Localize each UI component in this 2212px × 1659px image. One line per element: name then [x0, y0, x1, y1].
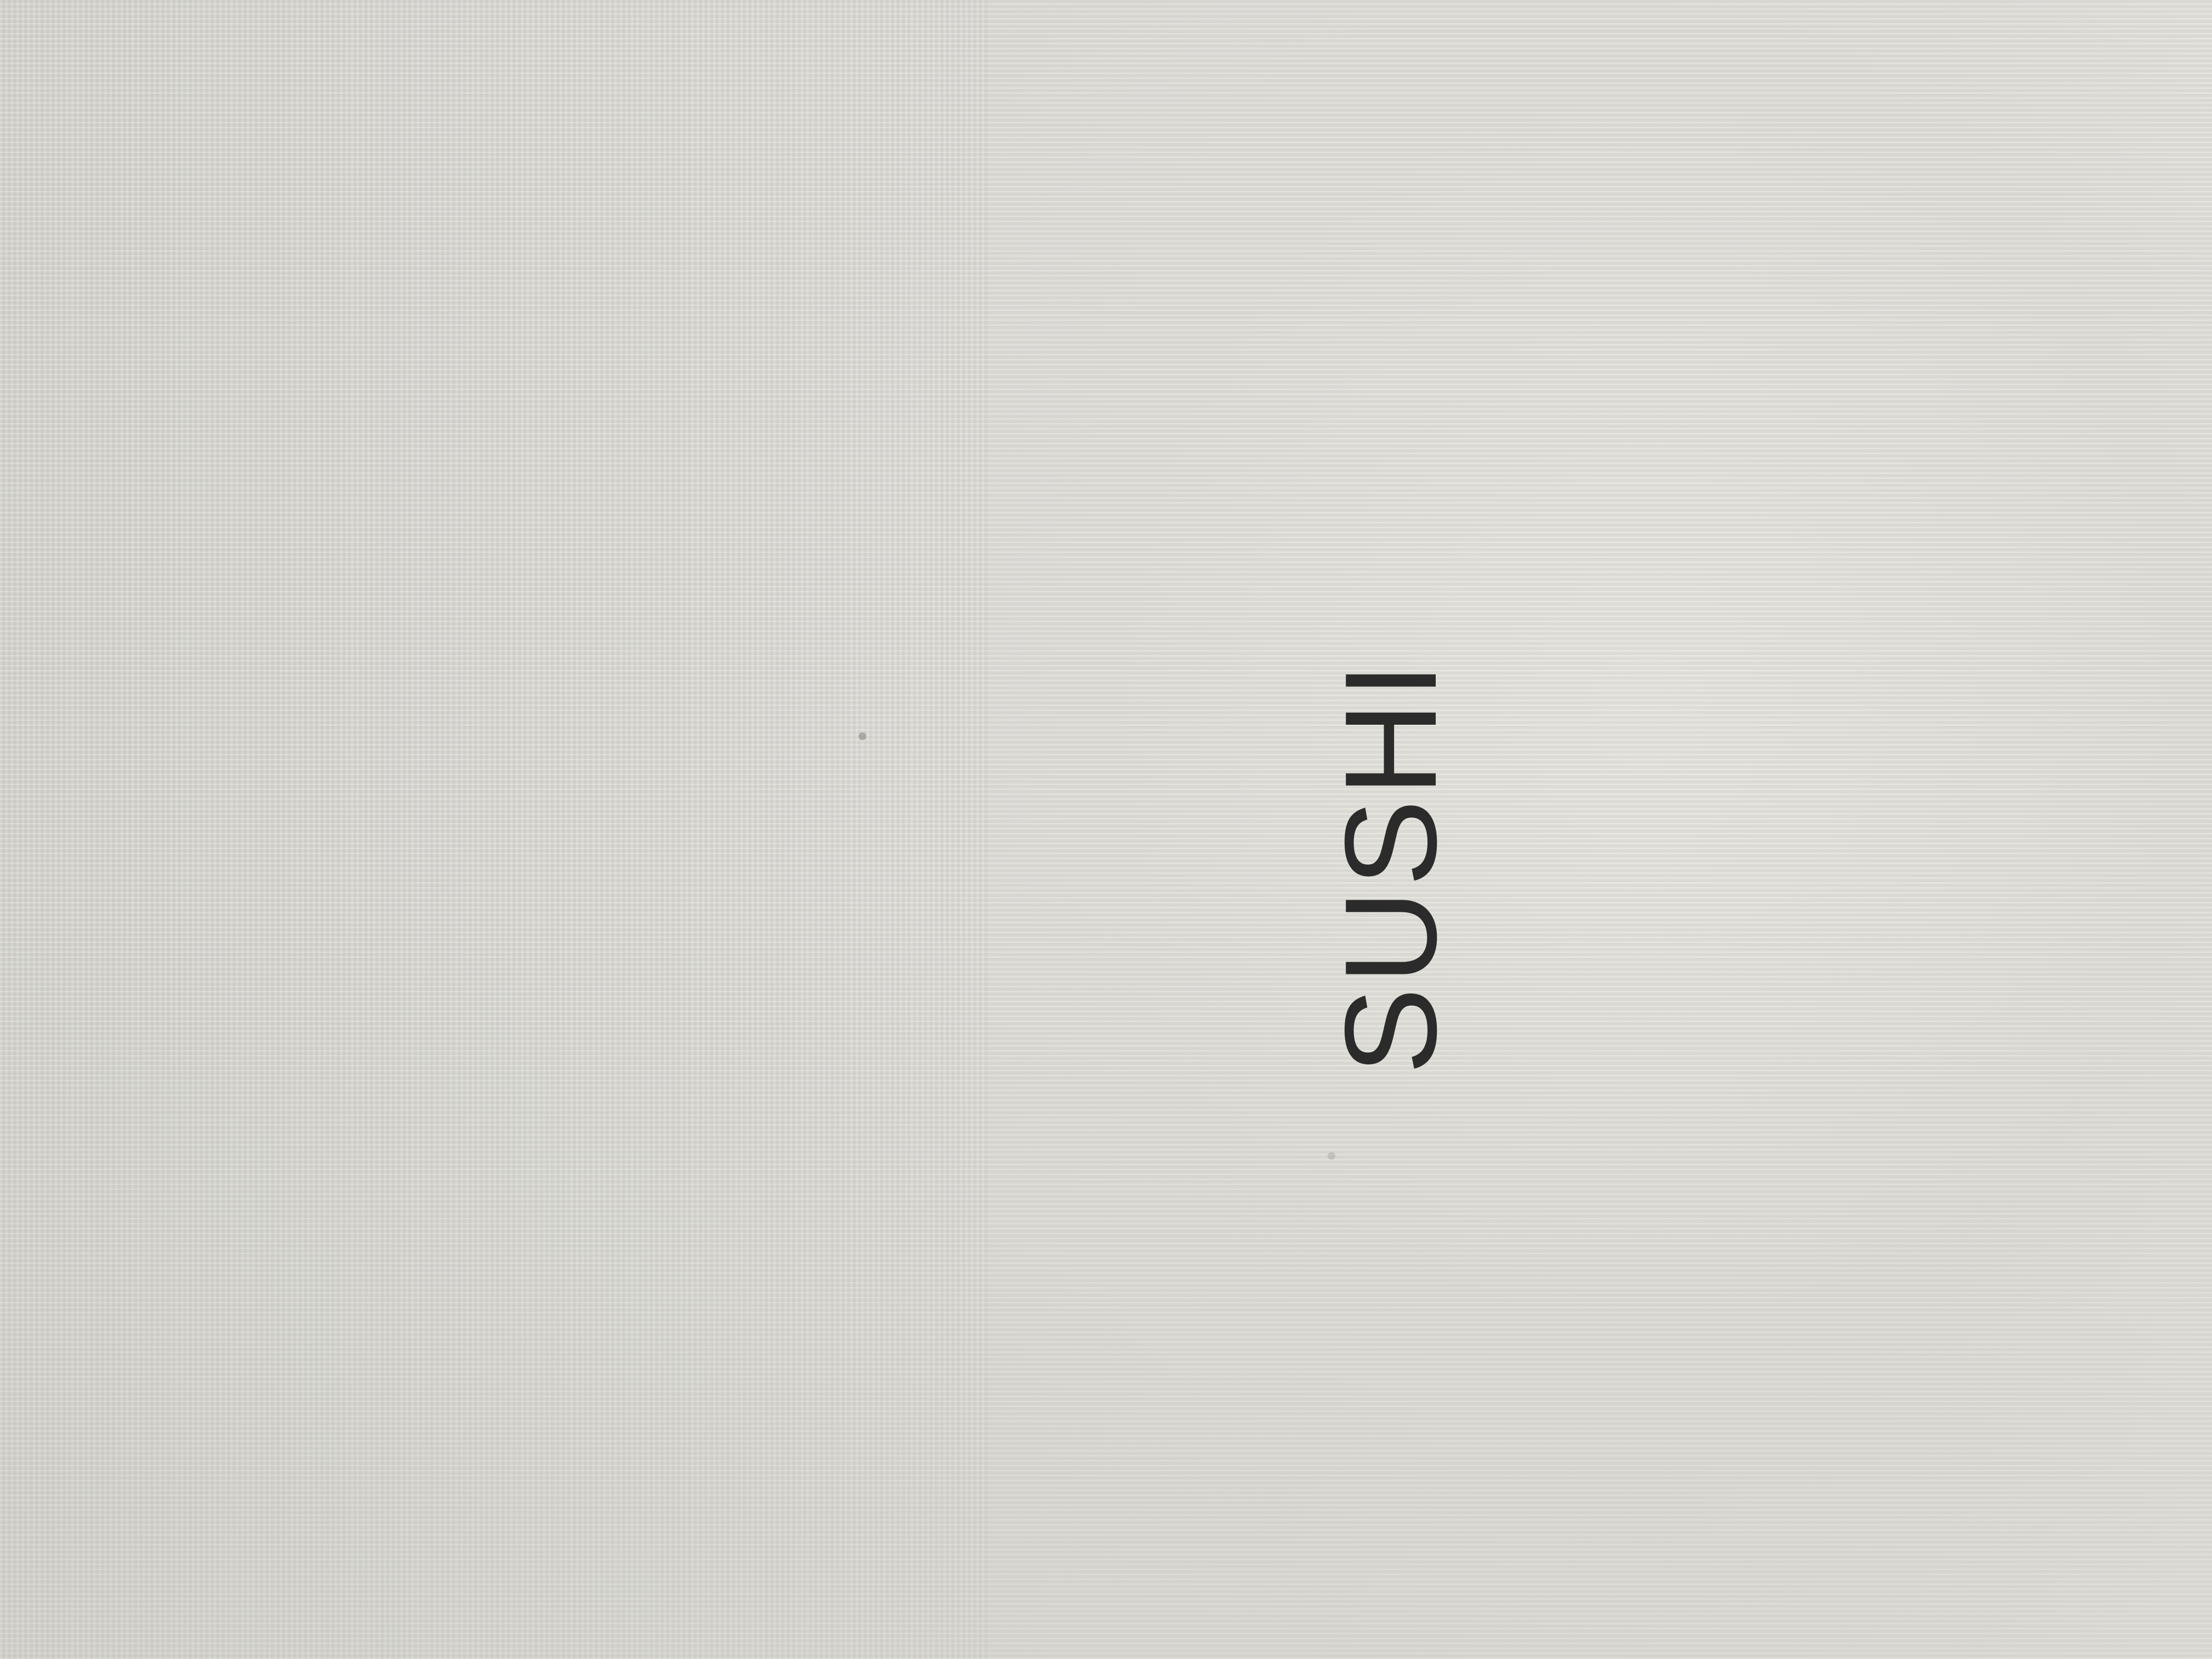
surface-shading: [0, 0, 2212, 1659]
printed-label: SUSHI: [1318, 659, 1464, 1075]
paper-surface: SUSHI: [0, 0, 2212, 1659]
dust-speck: [859, 732, 866, 740]
dust-speck: [1328, 1152, 1335, 1160]
